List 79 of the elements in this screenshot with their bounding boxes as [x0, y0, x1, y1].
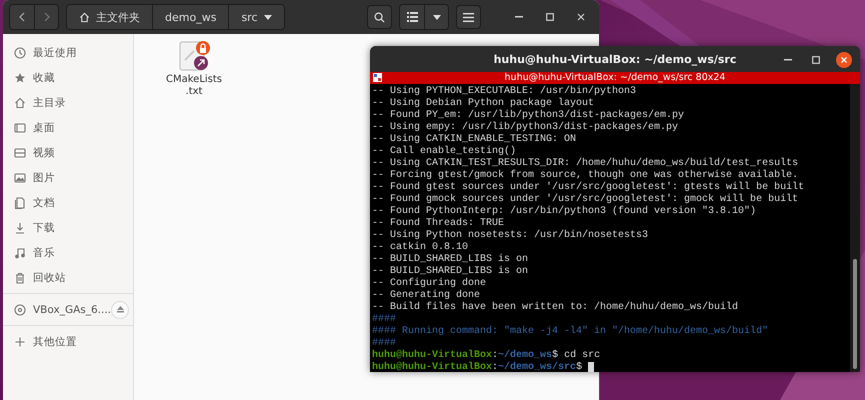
search-button[interactable] — [367, 5, 392, 29]
sidebar-item[interactable]: 视频 — [3, 140, 133, 165]
other-icon — [14, 336, 26, 348]
minimize-icon — [784, 59, 792, 61]
terminal-line: #### — [372, 314, 396, 324]
home-icon — [14, 96, 26, 108]
caret-icon — [432, 14, 440, 20]
scroll-thumb[interactable] — [853, 259, 857, 369]
terminal-line: -- Found Threads: TRUE — [372, 218, 504, 228]
disc-icon — [14, 304, 26, 316]
home-icon — [79, 12, 90, 22]
search-icon — [374, 12, 385, 22]
recent-icon — [14, 46, 26, 58]
dropdown-caret-icon — [264, 14, 272, 20]
view-list-button[interactable] — [400, 5, 424, 29]
videos-icon — [14, 146, 26, 158]
documents-icon — [14, 196, 26, 208]
forward-icon — [44, 12, 50, 22]
terminal-line: -- Found gmock sources under '/usr/src/googletest': gmock will be built — [372, 194, 798, 204]
sidebar-item[interactable]: 回收站 — [3, 265, 133, 290]
minimize-icon — [515, 16, 523, 18]
terminal-line: -- Using Python nosetests: /usr/bin/nosetests3 — [372, 230, 648, 240]
terminal-line: #### Running command: "make -j4 -l4" in "/home/huhu/demo_ws/build" — [372, 326, 768, 336]
terminal-prompt: huhu@huhu-VirtualBox:~/demo_ws$ cd src — [372, 350, 600, 360]
sidebar-item[interactable]: 音乐 — [3, 240, 133, 265]
maximize-icon — [546, 13, 554, 21]
view-options-button[interactable] — [424, 5, 448, 29]
pictures-icon — [14, 172, 26, 184]
terminal-prompt: huhu@huhu-VirtualBox:~/demo_ws/src$ — [372, 362, 582, 372]
terminal-line: -- Call enable_testing() — [372, 146, 516, 156]
window-title: huhu@huhu-VirtualBox: ~/demo_ws/src — [494, 52, 736, 66]
list-icon — [406, 12, 418, 22]
desktop-icon — [14, 122, 26, 134]
terminal-line: -- Forcing gtest/gmock from source, though one was otherwise available. — [372, 170, 798, 180]
sidebar-item[interactable]: 文档 — [3, 190, 133, 215]
menu-button[interactable] — [456, 5, 481, 29]
path-segment[interactable]: src — [228, 5, 284, 29]
path-segment[interactable]: demo_ws — [152, 5, 228, 29]
maximize-icon — [812, 56, 820, 64]
sidebar-item[interactable]: 收藏 — [3, 65, 133, 90]
terminal-line: -- catkin 0.8.10 — [372, 242, 468, 252]
terminal-line: -- Using empy: /usr/lib/python3/dist-packages/em.py — [372, 122, 678, 132]
sidebar-item[interactable]: 下载 — [3, 215, 133, 240]
sidebar-item[interactable]: 主目录 — [3, 90, 133, 115]
music-icon — [14, 246, 26, 258]
terminal-icon — [373, 73, 382, 82]
sidebar-item[interactable]: 桌面 — [3, 115, 133, 140]
file-name: CMakeLists.txt — [166, 74, 222, 98]
terminal-line: -- Using CATKIN_TEST_RESULTS_DIR: /home/huhu/demo_ws/build/test_results — [372, 158, 798, 168]
terminal-tab[interactable]: huhu@huhu-VirtualBox: ~/demo_ws/src 80x24 — [370, 72, 860, 84]
terminal-line: -- BUILD_SHARED_LIBS is on — [372, 266, 528, 276]
downloads-icon — [14, 222, 26, 234]
terminal-line: -- BUILD_SHARED_LIBS is on — [372, 254, 528, 264]
close-icon — [577, 13, 585, 21]
sidebar-item[interactable]: 图片 — [3, 165, 133, 190]
sidebar-item[interactable]: 其他位置 — [3, 329, 133, 354]
terminal-line: -- Using PYTHON_EXECUTABLE: /usr/bin/python3 — [372, 86, 636, 96]
terminal-line: -- Configuring done — [372, 278, 486, 288]
trash-icon — [14, 272, 26, 284]
terminal-line: -- Build files have been written to: /home/huhu/demo_ws/build — [372, 302, 738, 312]
terminal-line: -- Found PythonInterp: /usr/bin/python3 (found version "3.8.10") — [372, 206, 756, 216]
forward-button[interactable] — [34, 5, 58, 29]
terminal-line: -- Found PY_em: /usr/lib/python3/dist-packages/em.py — [372, 110, 684, 120]
scrollbar[interactable] — [850, 84, 860, 372]
eject-icon — [116, 306, 124, 313]
eject-button[interactable] — [111, 300, 129, 318]
terminal-line: -- Generating done — [372, 290, 480, 300]
terminal-line: -- Using CATKIN_ENABLE_TESTING: ON — [372, 134, 576, 144]
back-icon — [19, 12, 25, 22]
path-segment[interactable]: 主文件夹 — [67, 5, 152, 29]
terminal-line: -- Using Debian Python package layout — [372, 98, 594, 108]
terminal-line: #### — [372, 338, 396, 348]
text-file-icon[interactable] — [177, 40, 211, 72]
sidebar-item[interactable]: 最近使用 — [3, 40, 133, 65]
sidebar-item[interactable]: VBox_GAs_6.... — [3, 297, 111, 322]
close-icon — [836, 52, 852, 68]
menu-icon — [463, 12, 474, 22]
terminal-line: -- Found gtest sources under '/usr/src/googletest': gtests will be built — [372, 182, 804, 192]
starred-icon — [14, 72, 26, 84]
